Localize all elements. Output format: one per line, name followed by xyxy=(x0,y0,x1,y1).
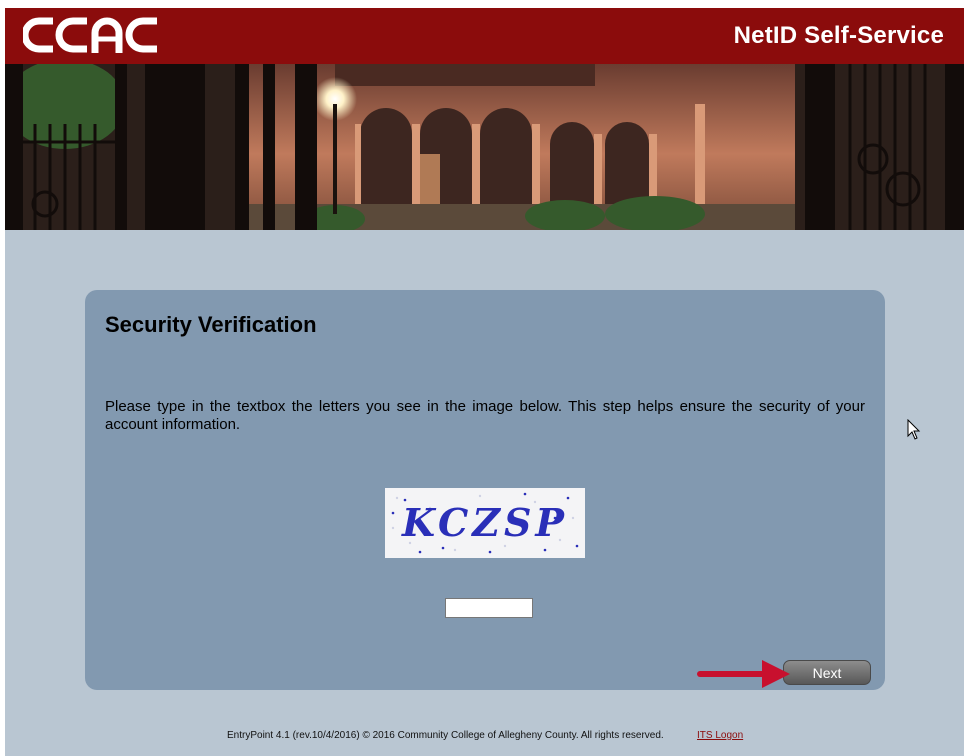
mouse-cursor-icon xyxy=(907,419,921,440)
footer-copyright: EntryPoint 4.1 (rev.10/4/2016) © 2016 Co… xyxy=(227,730,664,741)
next-button[interactable]: Next xyxy=(783,660,871,685)
panel-title: Security Verification xyxy=(105,312,317,337)
its-logon-link[interactable]: ITS Logon xyxy=(697,730,743,741)
security-verification-panel: Security Verification Please type in the… xyxy=(85,290,885,690)
captcha-image: KCZSP xyxy=(385,488,585,558)
captcha-text: KCZSP xyxy=(401,500,568,545)
ccac-logo xyxy=(23,17,157,53)
annotation-arrow-icon xyxy=(697,660,790,688)
campus-banner-image xyxy=(5,64,964,230)
site-title: NetID Self-Service xyxy=(733,22,944,49)
page-frame: NetID Self-Service Security Verification… xyxy=(5,8,964,756)
site-header: NetID Self-Service xyxy=(5,8,964,64)
captcha-input[interactable] xyxy=(445,598,533,618)
instructions-text: Please type in the textbox the letters y… xyxy=(105,398,865,433)
